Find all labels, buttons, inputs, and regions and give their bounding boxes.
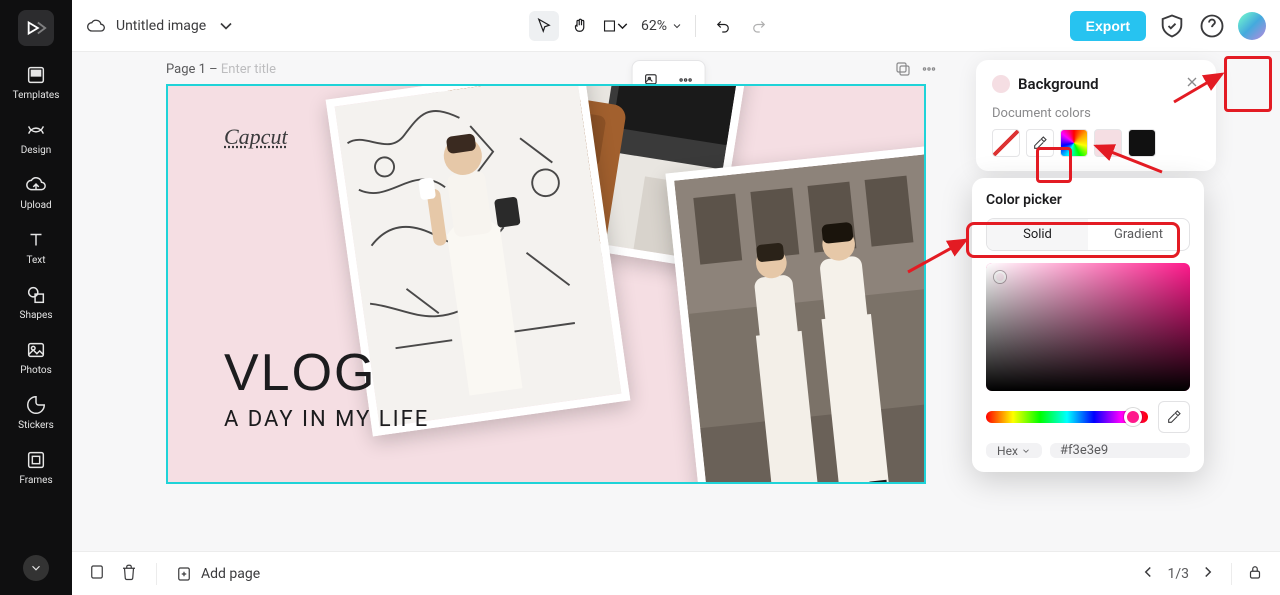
document-title-text: Untitled image: [116, 18, 206, 34]
subheadline-text: A DAY IN MY LIFE: [224, 407, 429, 432]
hex-input[interactable]: #f3e3e9: [1050, 443, 1190, 458]
swatch-colorpicker[interactable]: [1060, 129, 1088, 157]
rail-label: Design: [21, 145, 52, 156]
next-page-button[interactable]: [1199, 563, 1217, 585]
cloud-icon: [86, 16, 106, 36]
tab-solid[interactable]: Solid: [987, 219, 1088, 250]
rail-item-frames[interactable]: Frames: [19, 449, 52, 486]
prev-page-button[interactable]: [1139, 563, 1157, 585]
swatch-none[interactable]: [992, 129, 1020, 157]
current-bg-swatch: [992, 75, 1010, 93]
page-label-prefix: Page 1 –: [166, 62, 218, 77]
swatch-pink[interactable]: [1094, 129, 1122, 157]
rail-item-photos[interactable]: Photos: [20, 339, 52, 376]
color-picker-popover: Color picker Solid Gradient Hex #f3e3e9: [972, 178, 1204, 472]
rail-label: Text: [26, 255, 45, 266]
color-format-select[interactable]: Hex: [986, 443, 1042, 458]
zoom-level[interactable]: 62%: [641, 18, 683, 34]
shield-icon[interactable]: [1158, 12, 1186, 40]
hand-tool[interactable]: [565, 11, 595, 41]
eyedropper-icon: [1032, 135, 1048, 151]
rail-item-shapes[interactable]: Shapes: [20, 284, 53, 321]
lock-button[interactable]: [1246, 563, 1264, 585]
background-panel-title: Background: [1018, 75, 1176, 93]
rail-label: Frames: [19, 475, 52, 486]
left-toolrail: Templates Design Upload Text Shapes Phot…: [0, 0, 72, 595]
canvas-headline-group[interactable]: VLOG A DAY IN MY LIFE: [224, 343, 429, 432]
rail-item-text[interactable]: Text: [25, 229, 47, 266]
bottombar: Add page 1/3: [72, 551, 1280, 595]
page-corner-more-button[interactable]: [920, 60, 938, 82]
canvas-photo-couple[interactable]: [665, 144, 926, 484]
document-title[interactable]: Untitled image: [86, 16, 236, 36]
frame-tool[interactable]: [601, 11, 631, 41]
pages-thumbnails-button[interactable]: [88, 563, 106, 585]
rail-item-design[interactable]: Design: [21, 119, 52, 156]
app-logo[interactable]: [18, 10, 54, 46]
rail-label: Templates: [13, 90, 60, 101]
add-page-button[interactable]: Add page: [175, 565, 260, 583]
add-page-icon: [175, 565, 193, 583]
topbar: Untitled image 62% Export: [72, 0, 1280, 52]
canvas-top-tools: 62%: [529, 11, 774, 41]
redo-button[interactable]: [744, 11, 774, 41]
sv-cursor[interactable]: [994, 271, 1006, 283]
rail-label: Upload: [20, 200, 51, 211]
page-indicator: 1/3: [1167, 566, 1189, 582]
color-picker-title: Color picker: [986, 192, 1190, 208]
add-page-label: Add page: [201, 566, 260, 582]
duplicate-page-button[interactable]: [894, 60, 912, 82]
zoom-value: 62%: [641, 18, 667, 34]
close-panel-button[interactable]: [1184, 74, 1200, 94]
delete-page-button[interactable]: [120, 563, 138, 585]
swatch-eyedropper[interactable]: [1026, 129, 1054, 157]
page-label[interactable]: Page 1 – Enter title: [166, 62, 276, 77]
design-canvas[interactable]: Capcut: [166, 84, 926, 484]
swatch-black[interactable]: [1128, 129, 1156, 157]
chevron-down-icon: [216, 16, 236, 36]
brand-text[interactable]: Capcut: [224, 124, 288, 150]
export-button[interactable]: Export: [1070, 11, 1146, 41]
document-color-swatches: [992, 129, 1200, 157]
rail-item-upload[interactable]: Upload: [20, 174, 51, 211]
help-icon[interactable]: [1198, 12, 1226, 40]
page-title-placeholder: Enter title: [221, 62, 276, 77]
hex-value: #f3e3e9: [1060, 443, 1108, 458]
user-avatar[interactable]: [1238, 12, 1266, 40]
rail-item-templates[interactable]: Templates: [13, 64, 60, 101]
background-panel: Background Document colors: [976, 60, 1216, 171]
rail-more-button[interactable]: [23, 555, 49, 581]
rail-item-stickers[interactable]: Stickers: [18, 394, 54, 431]
tab-gradient[interactable]: Gradient: [1088, 219, 1189, 250]
eyedropper-button[interactable]: [1158, 401, 1190, 433]
page-corner-tools: [894, 60, 938, 82]
saturation-value-area[interactable]: [986, 263, 1190, 391]
cursor-tool[interactable]: [529, 11, 559, 41]
chevron-down-icon: [671, 20, 683, 32]
color-mode-segmented: Solid Gradient: [986, 218, 1190, 251]
hue-cursor[interactable]: [1124, 408, 1142, 426]
hue-slider[interactable]: [986, 411, 1148, 423]
rail-label: Shapes: [20, 310, 53, 321]
rail-label: Stickers: [18, 420, 54, 431]
rail-label: Photos: [20, 365, 52, 376]
document-colors-label: Document colors: [992, 106, 1200, 121]
headline-text: VLOG: [224, 343, 429, 403]
color-format-label: Hex: [997, 444, 1018, 458]
undo-button[interactable]: [708, 11, 738, 41]
